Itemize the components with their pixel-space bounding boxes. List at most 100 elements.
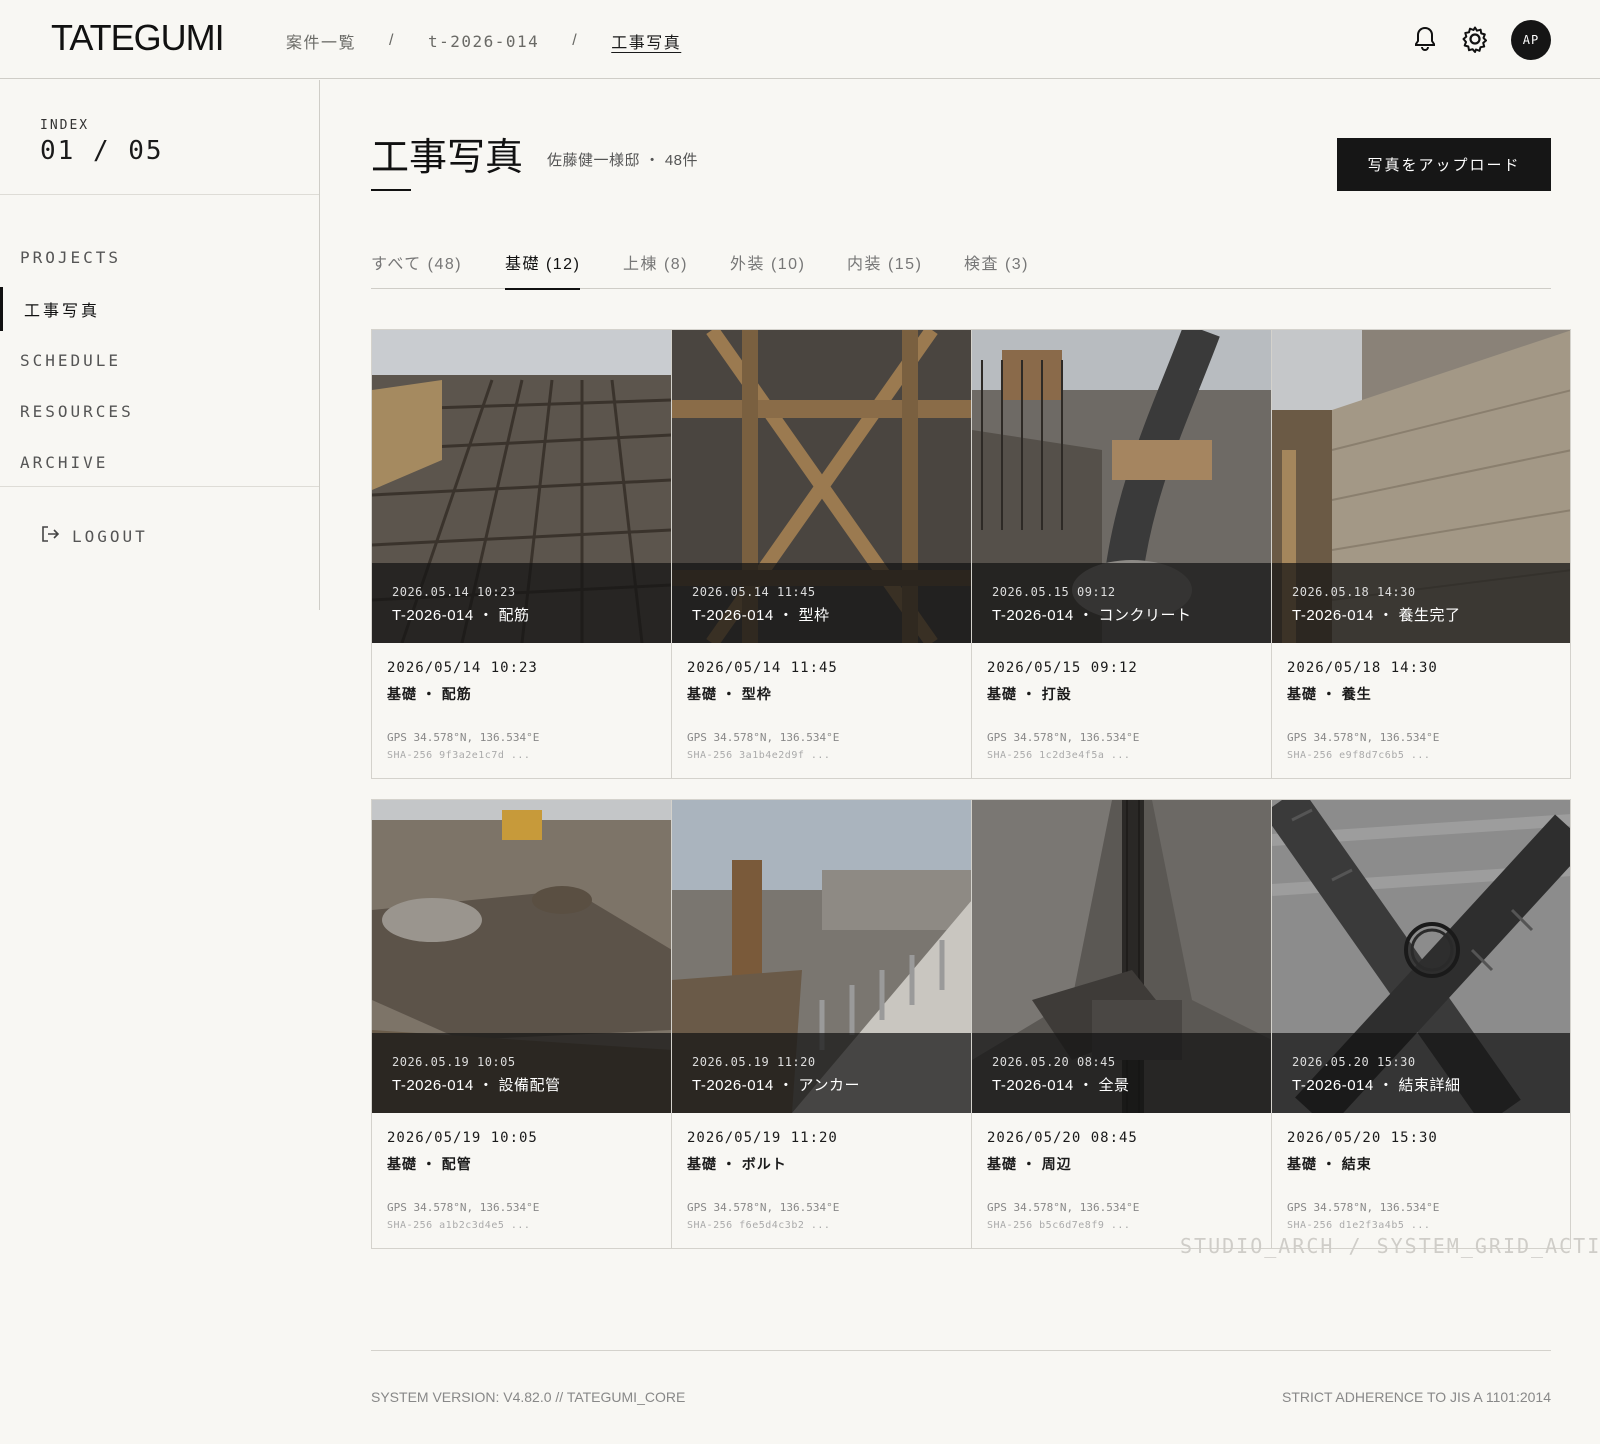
tab-framing[interactable]: 上棟 (8): [623, 250, 688, 288]
photo-gps: GPS 34.578°N, 136.534°E: [1287, 731, 1440, 744]
tab-interior[interactable]: 内装 (15): [847, 250, 922, 288]
tab-all[interactable]: すべて (48): [371, 250, 462, 288]
photo-card[interactable]: 2026.05.19 10:05 T-2026-014 ・ 設備配管 2026/…: [371, 799, 671, 1249]
photo-category: 基礎 ・ 養生: [1287, 686, 1372, 702]
photo-date: 2026/05/15 09:12: [987, 660, 1138, 676]
tab-inspection[interactable]: 検査 (3): [964, 250, 1029, 288]
index-label: INDEX: [40, 118, 90, 133]
photo-category: 基礎 ・ 配管: [387, 1156, 472, 1172]
photo-gps: GPS 34.578°N, 136.534°E: [687, 731, 840, 744]
photo-timestamp: 2026.05.19 10:05: [392, 1055, 516, 1069]
photo-date: 2026/05/14 11:45: [687, 660, 838, 676]
photo-code: T-2026-014 ・ 結束詳細: [1292, 1077, 1461, 1094]
photo-caption-overlay: 2026.05.20 08:45 T-2026-014 ・ 全景: [972, 1033, 1271, 1113]
photo-hash: SHA-256 e9f8d7c6b5 ...: [1287, 750, 1431, 761]
upload-photo-button[interactable]: 写真をアップロード: [1337, 138, 1551, 191]
photo-gps: GPS 34.578°N, 136.534°E: [987, 731, 1140, 744]
photo-hash: SHA-256 d1e2f3a4b5 ...: [1287, 1220, 1431, 1231]
photo-gps: GPS 34.578°N, 136.534°E: [687, 1201, 840, 1214]
photo-card[interactable]: 2026.05.18 14:30 T-2026-014 ・ 養生完了 2026/…: [1271, 329, 1571, 779]
photo-caption-overlay: 2026.05.19 11:20 T-2026-014 ・ アンカー: [672, 1033, 971, 1113]
photo-thumbnail[interactable]: 2026.05.15 09:12 T-2026-014 ・ コンクリート: [972, 330, 1271, 643]
photo-hash: SHA-256 9f3a2e1c7d ...: [387, 750, 531, 761]
photo-timestamp: 2026.05.19 11:20: [692, 1055, 816, 1069]
tab-exterior[interactable]: 外装 (10): [730, 250, 805, 288]
photo-gps: GPS 34.578°N, 136.534°E: [387, 731, 540, 744]
photo-date: 2026/05/14 10:23: [387, 660, 538, 676]
photo-thumbnail[interactable]: 2026.05.19 11:20 T-2026-014 ・ アンカー: [672, 800, 971, 1113]
photo-caption-overlay: 2026.05.14 10:23 T-2026-014 ・ 配筋: [372, 563, 671, 643]
photo-gps: GPS 34.578°N, 136.534°E: [1287, 1201, 1440, 1214]
photo-card[interactable]: 2026.05.20 15:30 T-2026-014 ・ 結束詳細 2026/…: [1271, 799, 1571, 1249]
sidebar-item-schedule[interactable]: SCHEDULE: [0, 338, 319, 382]
sidebar-item-photos[interactable]: 工事写真: [0, 287, 319, 331]
index-indicator: INDEX 01 / 05: [0, 80, 319, 195]
photo-thumbnail[interactable]: 2026.05.19 10:05 T-2026-014 ・ 設備配管: [372, 800, 671, 1113]
photo-category: 基礎 ・ 結束: [1287, 1156, 1372, 1172]
photo-grid-row: 2026.05.19 10:05 T-2026-014 ・ 設備配管 2026/…: [371, 799, 1600, 1249]
photo-date: 2026/05/19 10:05: [387, 1130, 538, 1146]
photo-timestamp: 2026.05.20 15:30: [1292, 1055, 1416, 1069]
photo-card[interactable]: 2026.05.19 11:20 T-2026-014 ・ アンカー 2026/…: [671, 799, 971, 1249]
app-logo[interactable]: TATEGUMI: [51, 17, 225, 59]
photo-code: T-2026-014 ・ 配筋: [392, 607, 530, 624]
photo-gps: GPS 34.578°N, 136.534°E: [387, 1201, 540, 1214]
tab-foundation[interactable]: 基礎 (12): [505, 250, 581, 290]
sidebar: INDEX 01 / 05 PROJECTS 工事写真 SCHEDULE RES…: [0, 80, 320, 610]
photo-timestamp: 2026.05.14 10:23: [392, 585, 516, 599]
footer-divider: [371, 1350, 1551, 1351]
breadcrumb-separator: /: [572, 32, 579, 49]
photo-card[interactable]: 2026.05.14 10:23 T-2026-014 ・ 配筋 2026/05…: [371, 329, 671, 779]
photo-thumbnail[interactable]: 2026.05.14 11:45 T-2026-014 ・ 型枠: [672, 330, 971, 643]
photo-date: 2026/05/18 14:30: [1287, 660, 1438, 676]
photo-caption-overlay: 2026.05.20 15:30 T-2026-014 ・ 結束詳細: [1272, 1033, 1570, 1113]
photo-code: T-2026-014 ・ 型枠: [692, 607, 830, 624]
photo-grid-row: 2026.05.14 10:23 T-2026-014 ・ 配筋 2026/05…: [371, 329, 1600, 779]
photo-date: 2026/05/20 08:45: [987, 1130, 1138, 1146]
photo-gps: GPS 34.578°N, 136.534°E: [987, 1201, 1140, 1214]
photo-category: 基礎 ・ 型枠: [687, 686, 772, 702]
photo-card[interactable]: 2026.05.15 09:12 T-2026-014 ・ コンクリート 202…: [971, 329, 1271, 779]
photo-timestamp: 2026.05.20 08:45: [992, 1055, 1116, 1069]
photo-caption-overlay: 2026.05.15 09:12 T-2026-014 ・ コンクリート: [972, 563, 1271, 643]
logout-label: LOGOUT: [72, 526, 148, 546]
photo-hash: SHA-256 1c2d3e4f5a ...: [987, 750, 1131, 761]
sidebar-item-archive[interactable]: ARCHIVE: [0, 440, 319, 484]
photo-category: 基礎 ・ 周辺: [987, 1156, 1072, 1172]
photo-thumbnail[interactable]: 2026.05.18 14:30 T-2026-014 ・ 養生完了: [1272, 330, 1570, 643]
photo-hash: SHA-256 f6e5d4c3b2 ...: [687, 1220, 831, 1231]
footer-compliance: STRICT ADHERENCE TO JIS A 1101:2014: [1282, 1389, 1551, 1405]
photo-thumbnail[interactable]: 2026.05.20 08:45 T-2026-014 ・ 全景: [972, 800, 1271, 1113]
index-value: 01 / 05: [40, 136, 164, 166]
photo-caption-overlay: 2026.05.19 10:05 T-2026-014 ・ 設備配管: [372, 1033, 671, 1113]
sidebar-item-resources[interactable]: RESOURCES: [0, 389, 319, 433]
photo-code: T-2026-014 ・ 養生完了: [1292, 607, 1461, 624]
watermark-text: STUDIO_ARCH / SYSTEM_GRID_ACTIVE: [1180, 1234, 1600, 1258]
breadcrumb: 案件一覧 / t-2026-014 / 工事写真: [286, 29, 681, 53]
photo-caption-overlay: 2026.05.18 14:30 T-2026-014 ・ 養生完了: [1272, 563, 1570, 643]
photo-hash: SHA-256 a1b2c3d4e5 ...: [387, 1220, 531, 1231]
photo-caption-overlay: 2026.05.14 11:45 T-2026-014 ・ 型枠: [672, 563, 971, 643]
photo-code: T-2026-014 ・ 全景: [992, 1077, 1130, 1094]
page-title: 工事写真: [371, 135, 524, 179]
breadcrumb-separator: /: [389, 32, 395, 49]
breadcrumb-item-current: 工事写真: [611, 35, 682, 52]
photo-category: 基礎 ・ 打設: [987, 686, 1072, 702]
photo-card[interactable]: 2026.05.14 11:45 T-2026-014 ・ 型枠 2026/05…: [671, 329, 971, 779]
photo-card[interactable]: 2026.05.20 08:45 T-2026-014 ・ 全景 2026/05…: [971, 799, 1271, 1249]
photo-code: T-2026-014 ・ アンカー: [692, 1077, 860, 1094]
bell-icon[interactable]: [1410, 24, 1440, 54]
gear-icon[interactable]: [1460, 24, 1490, 54]
photo-thumbnail[interactable]: 2026.05.14 10:23 T-2026-014 ・ 配筋: [372, 330, 671, 643]
page-subtitle: 佐藤健一様邸 ・ 48件: [547, 152, 699, 169]
sidebar-item-projects[interactable]: PROJECTS: [0, 235, 319, 279]
photo-thumbnail[interactable]: 2026.05.20 15:30 T-2026-014 ・ 結束詳細: [1272, 800, 1570, 1113]
breadcrumb-item-projects[interactable]: 案件一覧: [286, 29, 356, 53]
breadcrumb-item-project[interactable]: t-2026-014: [428, 32, 539, 51]
footer-version: SYSTEM VERSION: V4.82.0 // TATEGUMI_CORE: [371, 1389, 686, 1405]
top-bar: TATEGUMI 案件一覧 / t-2026-014 / 工事写真 AP: [0, 0, 1600, 79]
title-underline: [371, 189, 411, 191]
photo-timestamp: 2026.05.15 09:12: [992, 585, 1116, 599]
logout-button[interactable]: LOGOUT: [40, 524, 148, 548]
avatar[interactable]: AP: [1511, 20, 1551, 60]
